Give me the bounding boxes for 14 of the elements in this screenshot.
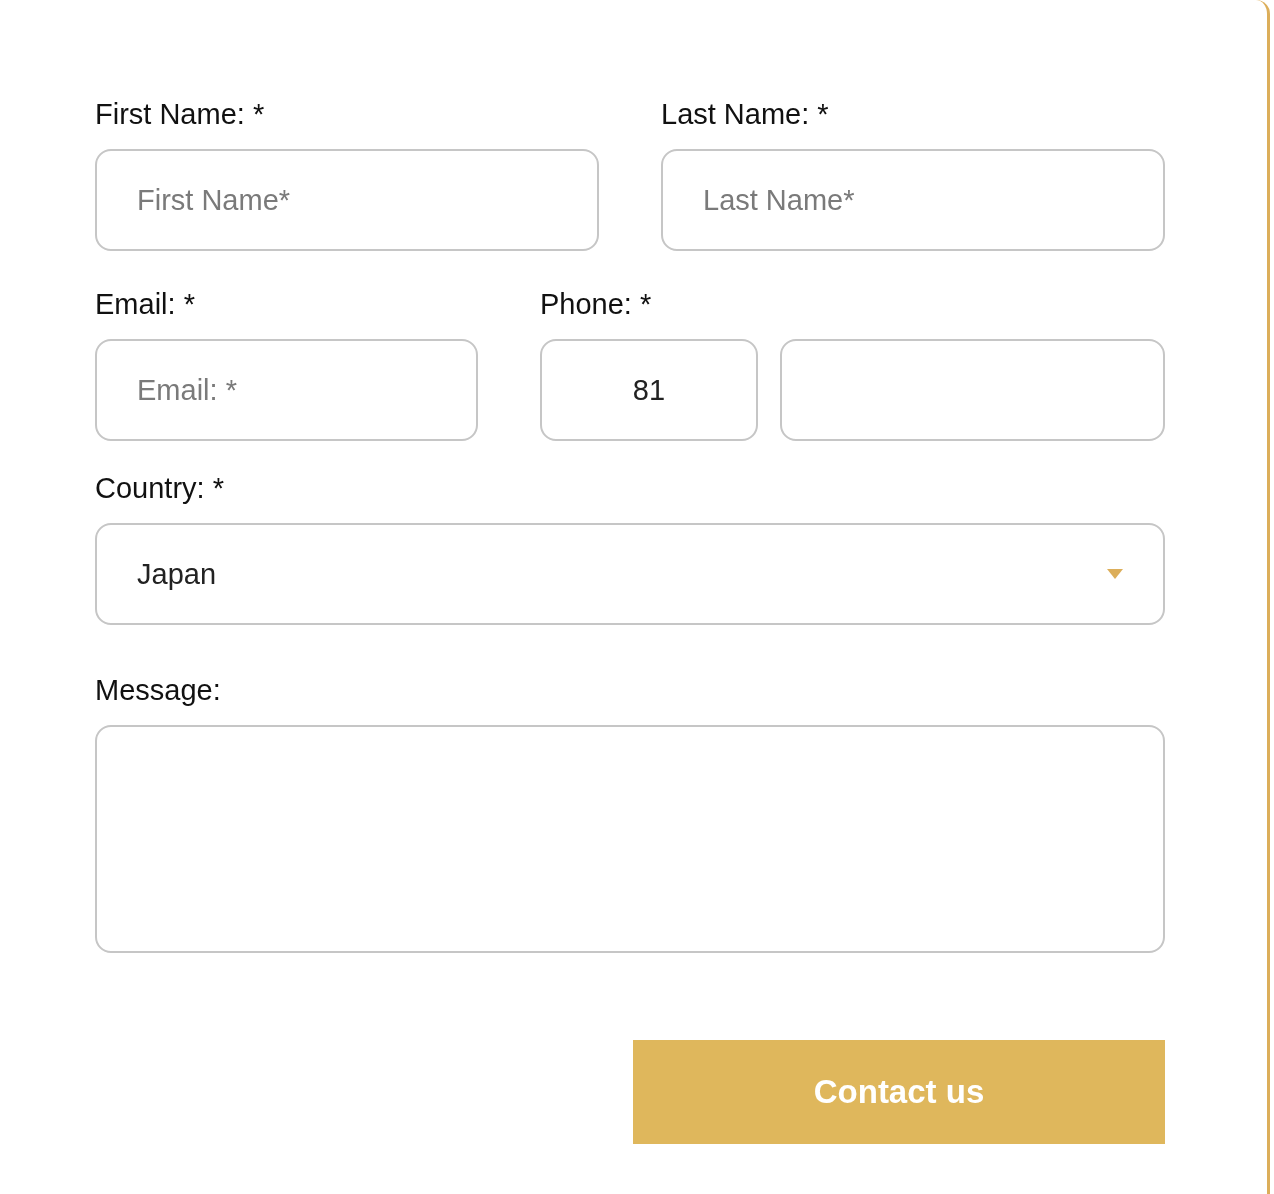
text-field[interactable]: Email: * — [95, 339, 478, 441]
text-field[interactable]: Last Name* — [661, 149, 1165, 251]
country-select[interactable]: Japan — [95, 523, 1165, 625]
country-code-field[interactable]: 81 — [540, 339, 758, 441]
field-label: Country: * — [95, 471, 225, 506]
field-label: Phone: * — [540, 287, 653, 322]
caret-icon — [1107, 569, 1123, 579]
field-label: Last Name: * — [661, 97, 830, 132]
phone-number-field[interactable] — [780, 339, 1165, 441]
field-label: Email: * — [95, 287, 196, 322]
field-label: First Name: * — [95, 97, 266, 132]
message-field[interactable] — [95, 725, 1165, 953]
field-label: Message: — [95, 673, 222, 708]
text-field[interactable]: First Name* — [95, 149, 599, 251]
